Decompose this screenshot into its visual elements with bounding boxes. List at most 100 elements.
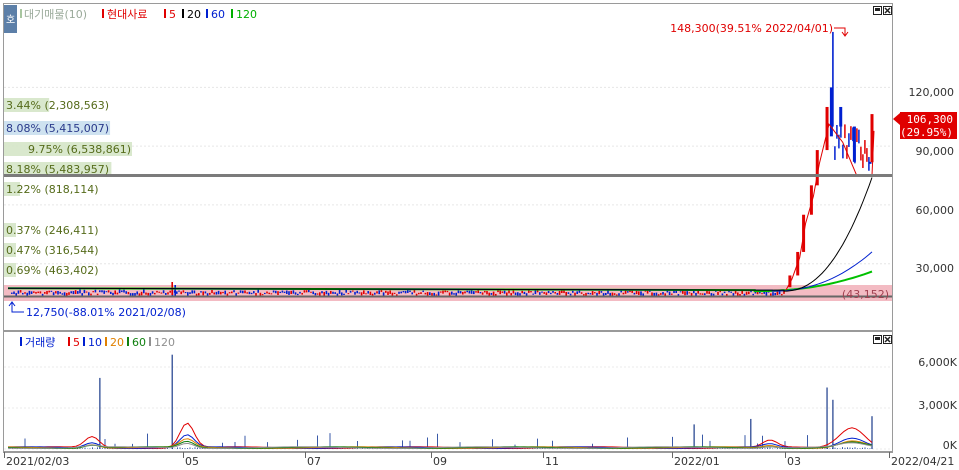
- price-tick-120000: 120,000: [909, 86, 955, 99]
- price-candle: [492, 291, 495, 296]
- price-candle: [178, 290, 180, 292]
- price-candle: [363, 290, 365, 295]
- price-candle: [253, 291, 255, 294]
- price-candle: [233, 290, 235, 293]
- price-candle: [143, 289, 145, 294]
- price-candle: [437, 291, 440, 296]
- price-candle: [730, 291, 732, 293]
- legend-vol-ma120-swatch: [149, 337, 151, 346]
- price-candle: [728, 290, 730, 293]
- price-candle: [380, 290, 383, 292]
- legend-vol-ma20[interactable]: 20: [110, 336, 124, 349]
- price-candle: [613, 293, 616, 295]
- price-candle: [72, 291, 75, 295]
- price-candle: [169, 290, 171, 293]
- price-candle: [288, 291, 290, 295]
- price-candle: [442, 290, 444, 294]
- price-candle: [671, 293, 673, 295]
- price-candle: [367, 291, 369, 294]
- price-candle: [312, 291, 314, 295]
- price-candle: [539, 292, 541, 295]
- price-candle: [651, 292, 653, 296]
- price-candle: [70, 291, 72, 294]
- legend-vol-ma60[interactable]: 60: [132, 336, 146, 349]
- current-price-value: 106,300: [907, 113, 953, 126]
- price-candle: [266, 291, 268, 294]
- price-candle: [356, 290, 358, 294]
- price-candle: [59, 291, 61, 294]
- price-candle: [778, 291, 781, 295]
- price-candle: [228, 292, 231, 294]
- price-candle: [136, 291, 138, 295]
- price-panel[interactable]: 3.44% (2,308,563) 8.08% (5,415,007) 9.75% …: [3, 3, 893, 331]
- min-price-label: 12,750(-88.01% 2021/02/08): [26, 306, 186, 319]
- price-candle: [699, 293, 702, 295]
- price-candle: [343, 293, 345, 296]
- price-candle: [717, 291, 719, 295]
- price-candle: [112, 292, 114, 296]
- legend-volume-profile[interactable]: 대기매물(10): [24, 8, 87, 21]
- price-candle: [393, 292, 396, 294]
- price-candle: [94, 289, 97, 293]
- legend-ma60[interactable]: 60: [211, 8, 225, 21]
- legend-vol-ma5[interactable]: 5: [73, 336, 80, 349]
- legend-vol-ma10[interactable]: 10: [88, 336, 102, 349]
- x-tick-label-3: 09: [433, 455, 447, 468]
- price-tick-90000: 90,000: [916, 145, 955, 158]
- price-candle: [316, 293, 319, 295]
- price-candle: [446, 290, 449, 293]
- price-candle: [160, 292, 163, 294]
- price-candle: [211, 289, 213, 294]
- price-candle: [479, 292, 482, 294]
- price-candle: [83, 289, 86, 294]
- legend-stock-swatch: [102, 9, 104, 18]
- price-candle: [585, 292, 587, 296]
- price-candle: [607, 290, 609, 294]
- price-candle: [583, 294, 585, 296]
- price-candle: [484, 290, 486, 293]
- price-candle: [732, 293, 735, 296]
- legend-ma20[interactable]: 20: [187, 8, 201, 21]
- price-candle: [55, 291, 57, 294]
- price-candle: [261, 294, 264, 296]
- price-candle: [74, 290, 77, 295]
- price-candle: [541, 291, 543, 293]
- legend-stock-name[interactable]: 현대사료: [107, 8, 147, 21]
- price-candle: [116, 292, 119, 295]
- price-candle: [323, 291, 325, 296]
- price-candle: [145, 292, 147, 295]
- price-candle: [187, 292, 189, 296]
- price-candle: [79, 289, 81, 294]
- stock-chart[interactable]: 3.44% (2,308,563) 8.08% (5,415,007) 9.75% …: [0, 0, 959, 470]
- price-candle: [627, 291, 629, 293]
- price-candle: [391, 292, 394, 296]
- price-candle: [435, 294, 438, 296]
- price-candle: [19, 290, 22, 293]
- legend-ma5[interactable]: 5: [169, 8, 176, 21]
- volume-panel[interactable]: [3, 331, 893, 452]
- price-candle: [398, 291, 400, 294]
- price-candle: [85, 291, 88, 293]
- volume-tick-6000k: 6,000K: [918, 356, 957, 369]
- price-candle: [279, 291, 281, 294]
- max-price-label: 148,300(39.51% 2022/04/01): [670, 22, 833, 35]
- legend-vol-ma120[interactable]: 120: [154, 336, 175, 349]
- price-candle: [52, 292, 55, 296]
- price-candle: [660, 293, 662, 295]
- legend-ma120[interactable]: 120: [236, 8, 257, 21]
- price-candle: [576, 291, 578, 294]
- price-candle: [365, 293, 367, 295]
- price-candle: [609, 292, 611, 296]
- price-candle: [721, 293, 724, 296]
- legend-volume-label[interactable]: 거래량: [25, 336, 55, 349]
- price-candle: [292, 290, 295, 294]
- price-candle: [360, 292, 363, 296]
- price-candle: [668, 291, 671, 296]
- price-candle: [39, 291, 42, 294]
- price-candle: [224, 290, 226, 295]
- price-candle: [310, 291, 312, 293]
- price-candle: [24, 292, 26, 294]
- price-candle: [523, 291, 526, 295]
- x-tick-label-6: 03: [787, 455, 801, 468]
- price-candle: [677, 294, 680, 296]
